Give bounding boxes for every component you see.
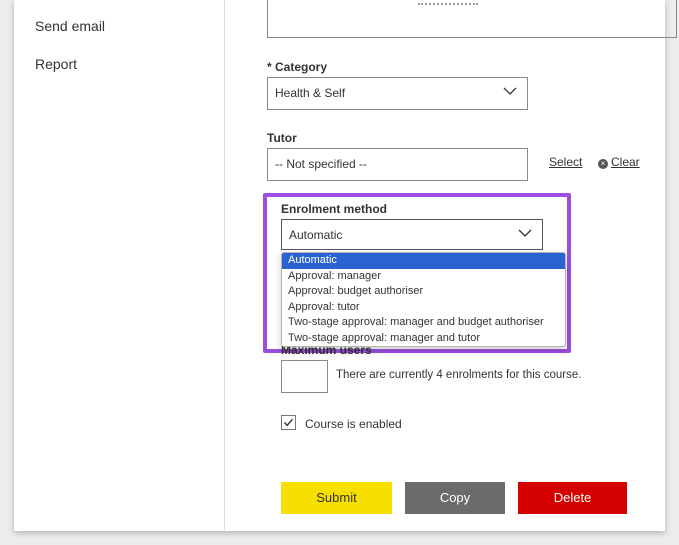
sidebar: Send email Report [14,0,225,531]
option-approval-tutor[interactable]: Approval: tutor [282,300,565,316]
chevron-down-icon [503,87,517,95]
course-enabled-label: Course is enabled [305,417,402,431]
tutor-select-link[interactable]: Select [549,155,582,169]
sidebar-item-report[interactable]: Report [35,56,77,72]
enrolment-method-options: Automatic Approval: manager Approval: bu… [281,252,566,347]
option-automatic[interactable]: Automatic [282,253,565,269]
option-two-stage-manager-tutor[interactable]: Two-stage approval: manager and tutor [282,331,565,347]
option-approval-manager[interactable]: Approval: manager [282,269,565,285]
option-two-stage-manager-budget[interactable]: Two-stage approval: manager and budget a… [282,315,565,331]
course-enabled-checkbox[interactable] [281,415,296,430]
tutor-field[interactable]: -- Not specified -- [267,148,528,181]
main-form: * Category Health & Self Tutor -- Not sp… [225,0,677,531]
enrolment-method-label: Enrolment method [281,202,388,216]
chevron-down-icon [518,229,532,237]
check-icon [283,418,294,427]
description-field[interactable] [267,0,677,38]
submit-button[interactable]: Submit [281,482,392,514]
tutor-clear-link[interactable]: Clear [611,155,640,169]
tutor-clear[interactable]: × Clear [598,155,640,169]
page-panel: Send email Report * Category Health & Se… [14,0,677,531]
category-label: * Category [267,60,328,74]
tutor-value: -- Not specified -- [275,157,368,171]
copy-button[interactable]: Copy [405,482,505,514]
delete-button[interactable]: Delete [518,482,627,514]
enrolment-method-select[interactable]: Automatic [281,219,543,250]
clear-icon: × [598,159,608,169]
maximum-users-input[interactable] [281,360,328,393]
enrolment-method-value: Automatic [289,228,343,242]
truncated-text [418,3,478,7]
option-approval-budget-authoriser[interactable]: Approval: budget authoriser [282,284,565,300]
category-select[interactable]: Health & Self [267,77,528,110]
category-value: Health & Self [275,86,346,100]
tutor-label: Tutor [267,131,297,145]
sidebar-item-send-email[interactable]: Send email [35,18,105,34]
enrolment-count-help: There are currently 4 enrolments for thi… [336,369,582,381]
